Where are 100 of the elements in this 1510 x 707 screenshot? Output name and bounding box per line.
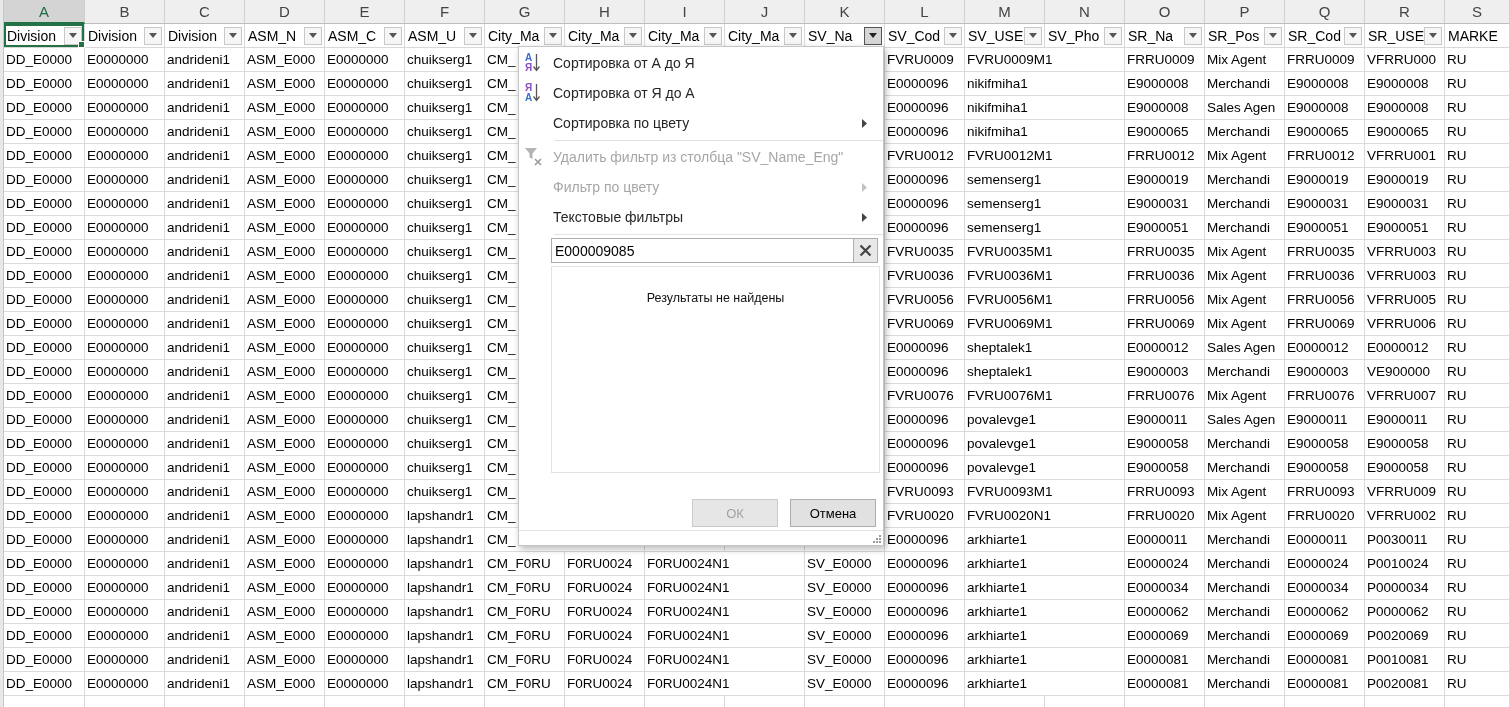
table-cell: chuikserg1	[405, 72, 485, 96]
table-cell: lapshandr1	[405, 576, 485, 600]
table-cell: RU	[1445, 672, 1510, 696]
table-cell: FRRU0035	[1125, 240, 1205, 264]
table-cell: andrideni1	[165, 312, 245, 336]
column-letter[interactable]: I	[645, 0, 725, 24]
table-cell: E0000000	[85, 408, 165, 432]
table-cell: ASM_E000	[245, 288, 325, 312]
column-letter[interactable]: R	[1365, 0, 1445, 24]
table-cell: DD_E0000	[4, 240, 85, 264]
table-cell: RU	[1445, 168, 1510, 192]
table-cell: E0000000	[85, 384, 165, 408]
column-letter[interactable]: Q	[1285, 0, 1365, 24]
table-cell: F0RU0024N1	[645, 648, 805, 672]
column-letter[interactable]: K	[805, 0, 885, 24]
table-cell: Mix Agent	[1205, 240, 1285, 264]
column-letter[interactable]: M	[965, 0, 1045, 24]
table-cell: FRRU0056	[1285, 288, 1365, 312]
column-letter[interactable]: S	[1445, 0, 1510, 24]
clear-filter-icon	[524, 147, 544, 167]
table-cell: Merchandi	[1205, 528, 1285, 552]
header-label: SR_Cod	[1288, 27, 1341, 44]
table-cell: DD_E0000	[4, 432, 85, 456]
table-cell: E0000000	[325, 600, 405, 624]
table-cell: E0000000	[85, 336, 165, 360]
table-cell: DD_E0000	[4, 408, 85, 432]
column-letter[interactable]: D	[245, 0, 325, 24]
table-cell: P0010081	[1365, 648, 1445, 672]
table-cell: SV_E0000	[805, 672, 885, 696]
table-cell: E0000096	[885, 96, 965, 120]
table-cell: lapshandr1	[405, 504, 485, 528]
table-cell: E9000003	[1285, 360, 1365, 384]
column-letter[interactable]: J	[725, 0, 805, 24]
table-cell: RU	[1445, 552, 1510, 576]
column-letter[interactable]: H	[565, 0, 645, 24]
cancel-button[interactable]: Отмена	[790, 499, 876, 527]
table-cell: FRRU0020	[1125, 504, 1205, 528]
header-label: Division	[168, 27, 217, 44]
table-cell: lapshandr1	[405, 624, 485, 648]
table-cell: E0000000	[325, 576, 405, 600]
table-cell: E0000096	[885, 72, 965, 96]
table-cell: FVRU0056M1	[965, 288, 1125, 312]
column-letter[interactable]: C	[165, 0, 245, 24]
header-label: City_Ma	[728, 27, 780, 44]
table-cell: andrideni1	[165, 504, 245, 528]
column-letter[interactable]: L	[885, 0, 965, 24]
table-cell: E0000096	[885, 120, 965, 144]
close-icon	[859, 244, 872, 257]
table-cell: andrideni1	[165, 96, 245, 120]
table-cell: RU	[1445, 360, 1510, 384]
table-cell: FVRU0020	[885, 504, 965, 528]
table-cell: SV_E0000	[805, 600, 885, 624]
table-cell: E0000000	[325, 504, 405, 528]
table-cell: lapshandr1	[405, 528, 485, 552]
table-cell: DD_E0000	[4, 504, 85, 528]
header-label: SR_Pos	[1208, 27, 1260, 44]
table-cell: VFRRU001	[1365, 144, 1445, 168]
table-cell: E0000011	[1125, 528, 1205, 552]
search-field[interactable]: E000009085	[551, 238, 853, 263]
table-cell: E0000000	[85, 96, 165, 120]
header-label: SR_USE	[1368, 27, 1425, 44]
clear-search-button[interactable]	[853, 238, 878, 263]
table-cell: E9000019	[1285, 168, 1365, 192]
column-letter[interactable]: F	[405, 0, 485, 24]
table-cell: Merchandi	[1205, 552, 1285, 576]
table-cell: E0000000	[85, 672, 165, 696]
caret-icon	[1029, 33, 1037, 38]
table-cell: RU	[1445, 240, 1510, 264]
table-cell: RU	[1445, 120, 1510, 144]
table-cell: VFRRU005	[1365, 288, 1445, 312]
table-cell: E0000000	[325, 552, 405, 576]
table-cell: SV_E0000	[805, 576, 885, 600]
table-cell: chuikserg1	[405, 408, 485, 432]
caret-icon	[309, 33, 317, 38]
table-cell: E9000031	[1365, 192, 1445, 216]
column-letter[interactable]: N	[1045, 0, 1125, 24]
caret-icon	[1349, 33, 1357, 38]
column-letter[interactable]: O	[1125, 0, 1205, 24]
table-cell: lapshandr1	[405, 648, 485, 672]
table-cell: RU	[1445, 576, 1510, 600]
table-cell: F0RU0024	[565, 672, 645, 696]
column-letter[interactable]: A	[4, 0, 85, 24]
filter-dropdown-button[interactable]	[864, 26, 882, 45]
table-cell: E0000000	[325, 528, 405, 552]
table-cell: RU	[1445, 336, 1510, 360]
table-cell: Sales Agen	[1205, 408, 1285, 432]
header-label: City_Ma	[648, 27, 700, 44]
table-cell: ASM_E000	[245, 384, 325, 408]
table-cell: E0000062	[1125, 600, 1205, 624]
column-letter[interactable]: G	[485, 0, 565, 24]
column-letter[interactable]: E	[325, 0, 405, 24]
table-cell: CM_F0RU	[485, 648, 565, 672]
table-cell: nikifmiha1	[965, 72, 1125, 96]
column-letter[interactable]: B	[85, 0, 165, 24]
table-cell: RU	[1445, 432, 1510, 456]
table-cell: RU	[1445, 624, 1510, 648]
table-cell: RU	[1445, 384, 1510, 408]
table-cell: F0RU0024N1	[645, 576, 805, 600]
column-letter[interactable]: P	[1205, 0, 1285, 24]
table-cell: E0000096	[885, 624, 965, 648]
